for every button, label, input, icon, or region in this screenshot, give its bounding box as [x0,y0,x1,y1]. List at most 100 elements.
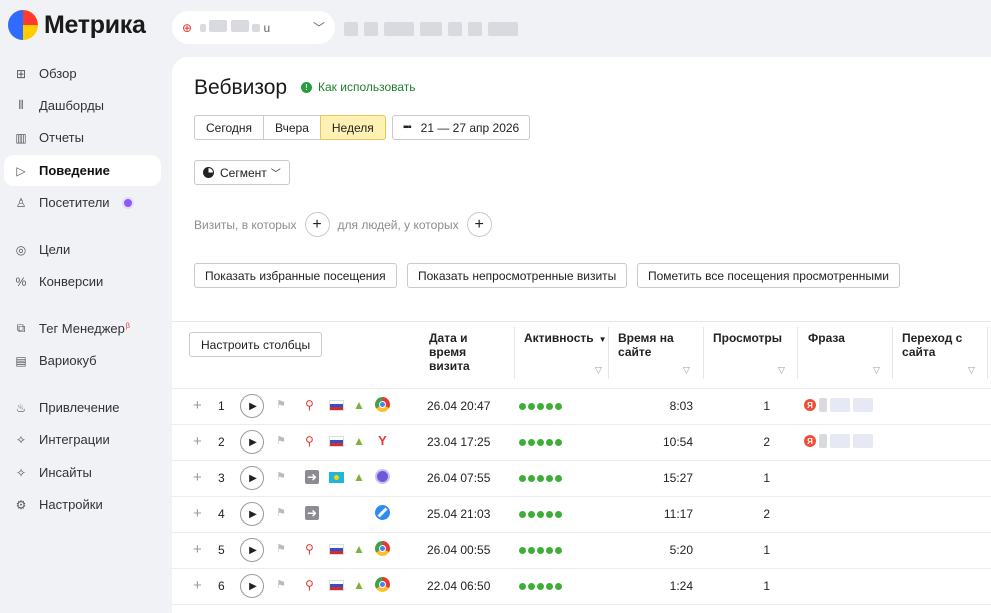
add-visit-condition-button[interactable]: + [304,212,330,237]
filter-icon[interactable]: ▽ [873,365,880,376]
search-traffic-icon: ⚲ [305,542,314,556]
bookmark-flag-icon[interactable]: ⚑ [276,578,286,591]
column-divider [608,327,609,379]
sidebar-item-dashboards[interactable]: ⦀ Дашборды [4,90,161,121]
column-header-phrase[interactable]: Фраза [808,331,845,345]
sparkle-icon: ✧ [15,465,27,480]
sidebar-item-behavior[interactable]: ▷ Поведение [4,155,161,186]
filter-icon[interactable]: ▽ [595,365,602,376]
expand-row-icon[interactable]: + [193,577,202,594]
page-views: 1 [763,579,770,593]
app-logo[interactable]: Метрика [8,10,146,40]
sidebar-item-label: Конверсии [39,274,104,289]
sidebar-item-overview[interactable]: ⊞ Обзор [4,58,161,89]
configure-columns-button[interactable]: Настроить столбцы [189,332,323,357]
activity-indicator [519,439,562,446]
column-header-duration[interactable]: Время на сайте [618,331,688,359]
activity-dot [519,547,526,554]
person-icon: ♙ [15,195,27,210]
column-header-activity[interactable]: Активность ▼ [524,331,607,347]
play-recording-button[interactable]: ▶ [240,466,264,490]
column-header-views[interactable]: Просмотры [713,331,782,345]
date-range-picker[interactable]: ▪▪▪ 21 — 27 апр 2026 [392,115,531,140]
sidebar-item-insights[interactable]: ✧ Инсайты [4,457,161,488]
bookmark-flag-icon[interactable]: ⚑ [276,398,286,411]
play-recording-button[interactable]: ▶ [240,574,264,598]
segment-dropdown[interactable]: Сегмент ﹀ [194,160,290,185]
table-row[interactable]: +4 ▶ ⚑ ➜ 25.04 21:03 11:17 2 [172,496,991,532]
gear-icon: ⚙ [15,497,27,512]
activity-dot [519,583,526,590]
table-row[interactable]: +6 ▶ ⚑ ⚲ ▲ 22.04 06:50 1:24 1 [172,568,991,604]
row-number: 6 [218,579,225,593]
period-selector: Сегодня Вчера Неделя [194,115,386,140]
period-week-button[interactable]: Неделя [319,115,386,140]
activity-dot [537,547,544,554]
filter-icon[interactable]: ▽ [683,365,690,376]
sidebar-item-reports[interactable]: ▥ Отчеты [4,122,161,153]
sidebar-item-label: Настройки [39,497,103,512]
show-favorites-button[interactable]: Показать избранные посещения [194,263,397,288]
table-row[interactable]: +3 ▶ ⚑ ➜ ▲ 26.04 07:55 15:27 1 [172,460,991,496]
table-row[interactable]: +5 ▶ ⚑ ⚲ ▲ 26.04 00:55 5:20 1 [172,532,991,568]
column-header-referrer[interactable]: Переход с сайта [902,331,972,359]
sidebar-item-tag-manager[interactable]: ⧉ Тег Менеджерβ [4,313,161,344]
howto-link[interactable]: ! Как использовать [301,80,416,94]
dashboard-icon: ⦀ [18,98,24,112]
visit-datetime: 26.04 20:47 [427,399,491,413]
sidebar-item-settings[interactable]: ⚙ Настройки [4,489,161,520]
sidebar-item-visitors[interactable]: ♙ Посетители [4,187,161,218]
sidebar-item-acquisition[interactable]: ♨ Привлечение [4,392,161,423]
play-recording-button[interactable]: ▶ [240,538,264,562]
activity-dot [519,511,526,518]
filter-icon[interactable]: ▽ [778,365,785,376]
mark-all-viewed-button[interactable]: Пометить все посещения просмотренными [637,263,900,288]
sidebar-item-variocube[interactable]: ▤ Вариокуб [4,345,161,376]
column-divider [987,327,988,379]
period-today-button[interactable]: Сегодня [194,115,264,140]
counter-select[interactable]: ⊕ u ﹀ [172,11,335,44]
bookmark-flag-icon[interactable]: ⚑ [276,542,286,555]
bookmark-flag-icon[interactable]: ⚑ [276,506,286,519]
page-views: 1 [763,399,770,413]
logo-text: Метрика [44,10,146,39]
expand-row-icon[interactable]: + [193,433,202,450]
show-unviewed-button[interactable]: Показать непросмотренные визиты [407,263,628,288]
sidebar-item-label: Тег Менеджерβ [39,321,130,336]
play-recording-button[interactable]: ▶ [240,502,264,526]
sidebar-item-goals[interactable]: ◎ Цели [4,234,161,265]
chrome-icon [375,577,390,592]
chrome-icon [375,541,390,556]
activity-indicator [519,475,562,482]
sidebar-item-conversions[interactable]: % Конверсии [4,266,161,297]
bookmark-flag-icon[interactable]: ⚑ [276,470,286,483]
activity-dot [537,439,544,446]
expand-row-icon[interactable]: + [193,505,202,522]
column-divider [703,327,704,379]
bookmark-flag-icon[interactable]: ⚑ [276,434,286,447]
table-row[interactable]: +1 ▶ ⚑ ⚲ ▲ 26.04 20:47 8:03 1 Я [172,388,991,424]
expand-row-icon[interactable]: + [193,397,202,414]
filter-icon[interactable]: ▽ [968,365,975,376]
play-recording-button[interactable]: ▶ [240,430,264,454]
play-recording-button[interactable]: ▶ [240,394,264,418]
period-yesterday-button[interactable]: Вчера [263,115,321,140]
table-row[interactable]: +2 ▶ ⚑ ⚲ ▲ Y 23.04 17:25 10:54 2 Я [172,424,991,460]
row-number: 1 [218,399,225,413]
activity-indicator [519,583,562,590]
safari-icon [375,505,390,520]
activity-dot [528,547,535,554]
sidebar-item-integrations[interactable]: ⟡ Интеграции [4,424,161,455]
activity-dot [546,547,553,554]
add-people-condition-button[interactable]: + [466,212,492,237]
expand-row-icon[interactable]: + [193,469,202,486]
column-header-datetime[interactable]: Дата и время визита [429,331,504,373]
visit-duration: 5:20 [669,543,693,557]
activity-dot [555,583,562,590]
sidebar-item-label: Вариокуб [39,353,97,368]
visit-datetime: 22.04 06:50 [427,579,491,593]
table-divider [172,321,991,322]
visit-duration: 15:27 [662,471,693,485]
row-number: 3 [218,471,225,485]
expand-row-icon[interactable]: + [193,541,202,558]
